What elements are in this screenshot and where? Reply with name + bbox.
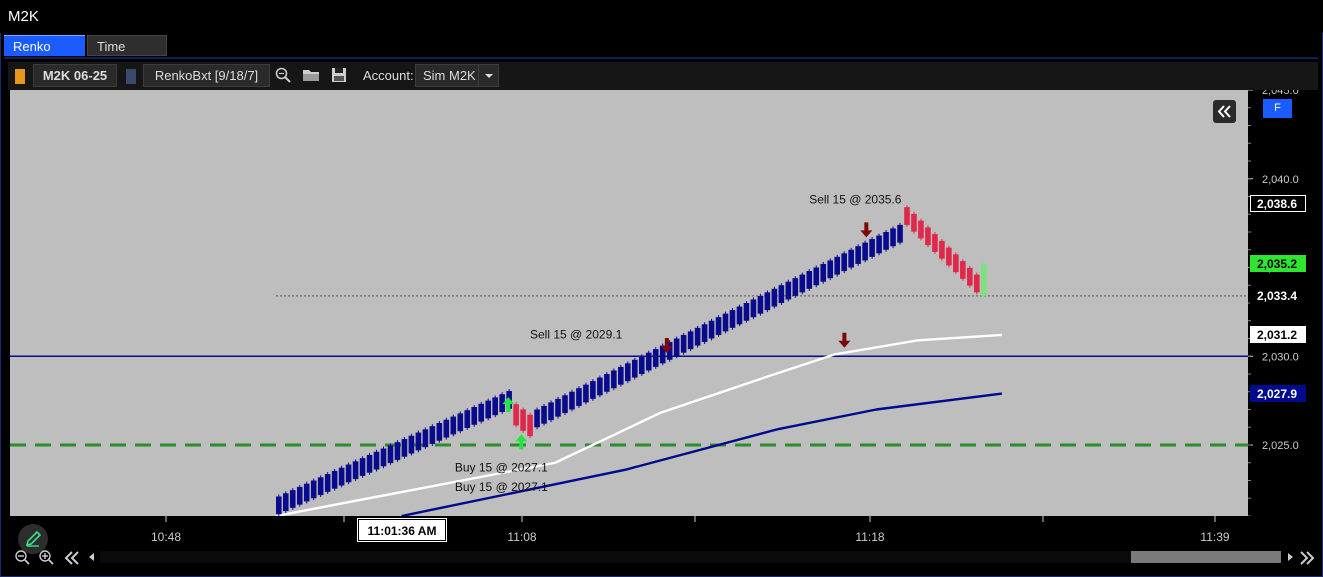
time-axis-svg: 10:48 11:08 11:18 11:39	[151, 516, 1230, 544]
y-tick-label: 2,030.0	[1262, 351, 1299, 363]
double-chevron-left-icon	[1217, 105, 1231, 118]
price-marker: 2,027.9	[1250, 384, 1306, 402]
scroll-right-icon[interactable]	[1284, 551, 1296, 563]
series-line-white	[275, 333, 1002, 516]
scroll-start-icon[interactable]	[63, 549, 81, 567]
x-tick-label: 11:08	[507, 530, 536, 544]
chart-panel[interactable]: Sell 15 @ 2035.6 Sell 15 @ 2029.1 Buy 15 @…	[10, 90, 1248, 516]
crosshair-time-label: 11:01:36 AM	[357, 518, 447, 542]
time-axis[interactable]: 10:48 11:08 11:18 11:39	[10, 516, 1318, 546]
buy-arrow-icon	[515, 434, 528, 450]
scrollbar-thumb[interactable]	[1131, 551, 1281, 563]
x-tick-label: 10:48	[151, 530, 181, 544]
price-marker: 2,031.2	[1250, 325, 1306, 343]
account-selector[interactable]: Sim M2K	[415, 64, 479, 87]
x-tick-label: 11:18	[855, 530, 884, 544]
y-tick-label: 2,040.0	[1262, 174, 1299, 186]
price-marker: 2,033.4	[1250, 286, 1306, 304]
sell-arrow-icon	[860, 222, 873, 238]
sell-execution-label: Sell 15 @ 2035.6	[809, 193, 902, 207]
x-tick-label: 11:39	[1200, 530, 1229, 544]
scrollbar-track[interactable]	[100, 551, 1280, 563]
window-title: M2K	[8, 8, 39, 25]
scroll-left-icon[interactable]	[86, 551, 98, 563]
title-bar: M2K	[0, 0, 1323, 33]
f-button[interactable]: F	[1263, 99, 1292, 118]
bartype-color-swatch[interactable]	[126, 69, 136, 84]
instrument-color-swatch[interactable]	[15, 69, 25, 84]
account-label: Account:	[363, 68, 414, 83]
price-marker: 2,035.2	[1250, 254, 1306, 272]
tab-time[interactable]: Time	[87, 35, 167, 56]
bar-type-selector[interactable]: RenkoBxt [9/18/7]	[143, 64, 270, 87]
open-folder-icon[interactable]	[302, 66, 320, 84]
scroll-end-icon[interactable]	[1298, 549, 1316, 567]
y-tick-label: 2,025.0	[1262, 440, 1299, 452]
price-marker: 2,038.6	[1250, 194, 1306, 212]
save-icon[interactable]	[330, 66, 348, 84]
tab-renko[interactable]: Renko	[4, 35, 85, 56]
chevron-down-icon	[484, 74, 493, 78]
sell-arrow-icon	[838, 332, 851, 348]
account-dropdown-button[interactable]	[478, 64, 499, 87]
sell-execution-label: Sell 15 @ 2029.1	[530, 328, 623, 342]
collapse-panel-button[interactable]	[1213, 100, 1236, 123]
zoom-in-icon[interactable]	[38, 549, 58, 567]
tab-underline	[4, 57, 1318, 59]
zoom-out-icon[interactable]	[14, 549, 34, 567]
y-tick-label: 2,045.0	[1262, 90, 1299, 97]
price-chart[interactable]: Sell 15 @ 2035.6 Sell 15 @ 2029.1 Buy 15 @…	[10, 90, 1248, 516]
series-line-blue	[401, 392, 1003, 516]
instrument-selector[interactable]: M2K 06-25	[33, 64, 117, 87]
zoom-search-icon[interactable]	[274, 66, 292, 84]
buy-execution-label: Buy 15 @ 2027.1	[455, 480, 548, 494]
chart-toolbar: M2K 06-25 RenkoBxt [9/18/7] Account: Sim…	[8, 62, 1318, 90]
buy-execution-label: Buy 15 @ 2027.1	[455, 461, 548, 475]
